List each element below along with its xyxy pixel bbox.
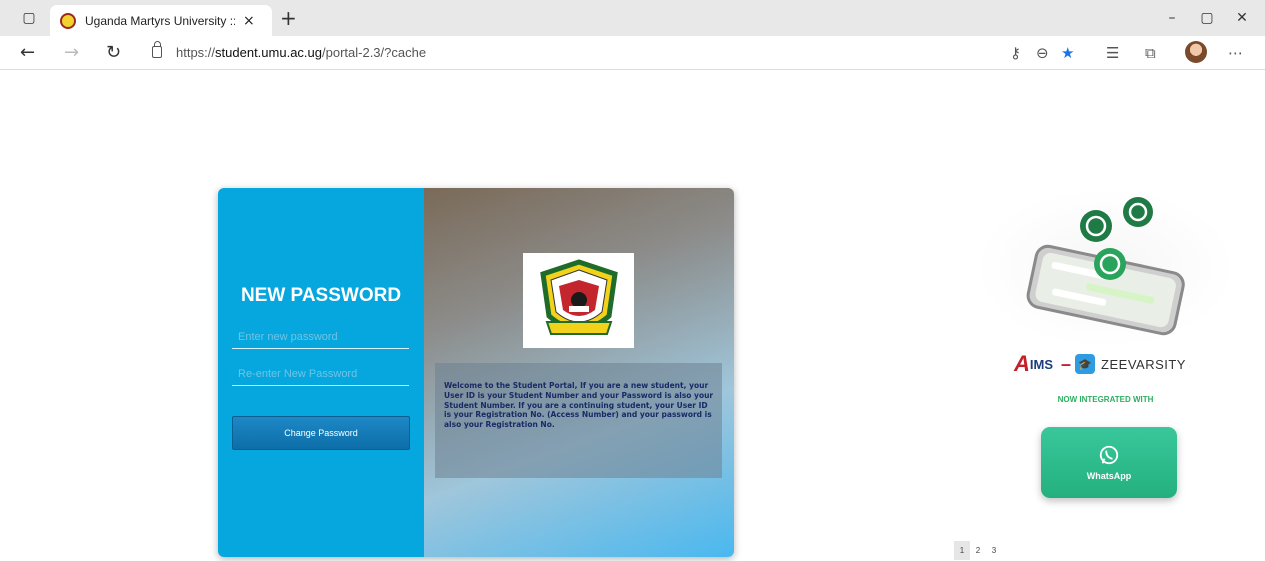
welcome-message-box: Welcome to the Student Portal, If you ar… <box>435 363 722 478</box>
page-3-button[interactable]: 3 <box>986 541 1002 560</box>
favorite-star-icon[interactable]: ★ <box>1061 44 1074 62</box>
url-path: /portal-2.3/?cache <box>322 45 427 60</box>
form-heading: NEW PASSWORD <box>240 285 402 306</box>
profile-avatar[interactable] <box>1185 41 1207 63</box>
favorites-list-icon[interactable]: ☰ <box>1106 44 1119 62</box>
restore-button[interactable]: ▢ <box>1196 8 1218 28</box>
welcome-message: Welcome to the Student Portal, If you ar… <box>444 381 714 429</box>
whatsapp-icon <box>1099 445 1119 465</box>
university-favicon-icon <box>60 12 76 29</box>
zeevarsity-label: ZEEVARSITY <box>1101 356 1186 372</box>
forward-arrow-icon[interactable]: → <box>64 42 79 63</box>
slider-pagination: 1 2 3 <box>954 541 1002 560</box>
url-host: student.umu.ac.ug <box>215 45 322 60</box>
tab-title: Uganda Martyrs University :: Stuc <box>85 13 235 28</box>
change-password-button[interactable]: Change Password <box>232 416 410 450</box>
lock-icon[interactable] <box>152 41 162 58</box>
page-2-button[interactable]: 2 <box>970 541 986 560</box>
graduation-cap-icon: 🎓 <box>1075 354 1096 374</box>
zoom-icon[interactable]: ⊖ <box>1036 44 1049 62</box>
collections-icon[interactable]: ⧉ <box>1145 44 1156 62</box>
aims-zeevarsity-logo: A IMS – 🎓 ZEEVARSITY <box>1014 351 1186 376</box>
aims-label: IMS <box>1029 356 1054 372</box>
close-window-button[interactable]: ✕ <box>1231 8 1253 28</box>
page-1-button[interactable]: 1 <box>954 541 970 560</box>
back-arrow-icon[interactable]: ← <box>20 42 35 63</box>
key-icon[interactable]: ⚷ <box>1010 44 1021 62</box>
whatsapp-label: WhatsApp <box>1086 471 1132 481</box>
welcome-panel: Welcome to the Student Portal, If you ar… <box>424 188 734 557</box>
browser-address-bar: ← → ↻ https://student.umu.ac.ug/portal-2… <box>0 36 1265 70</box>
minimize-button[interactable]: – <box>1161 8 1183 28</box>
close-tab-icon[interactable]: × <box>243 13 255 29</box>
tab-actions-icon[interactable]: ▢ <box>18 8 40 28</box>
browser-tab-bar: ▢ Uganda Martyrs University :: Stuc × + … <box>0 0 1265 36</box>
whatsapp-phone-illustration <box>976 188 1235 348</box>
whatsapp-button[interactable]: WhatsApp <box>1041 427 1177 498</box>
brand-separator: – <box>1061 353 1072 374</box>
login-card: NEW PASSWORD Change Password Welcome to … <box>218 188 734 557</box>
more-menu-icon[interactable]: ⋯ <box>1228 44 1243 62</box>
url-scheme: https:// <box>176 45 216 60</box>
university-logo <box>523 253 634 348</box>
password-form-panel: NEW PASSWORD Change Password <box>218 188 424 557</box>
integrated-caption: NOW INTEGRATED WITH <box>1057 395 1154 404</box>
new-password-input[interactable] <box>232 325 409 349</box>
browser-tab[interactable]: Uganda Martyrs University :: Stuc × <box>50 5 272 36</box>
reenter-password-input[interactable] <box>232 362 409 386</box>
aims-logo-mark-icon: A <box>1014 351 1030 376</box>
refresh-icon[interactable]: ↻ <box>106 42 121 63</box>
new-tab-button[interactable]: + <box>280 6 297 30</box>
url-field[interactable]: https://student.umu.ac.ug/portal-2.3/?ca… <box>176 45 426 60</box>
